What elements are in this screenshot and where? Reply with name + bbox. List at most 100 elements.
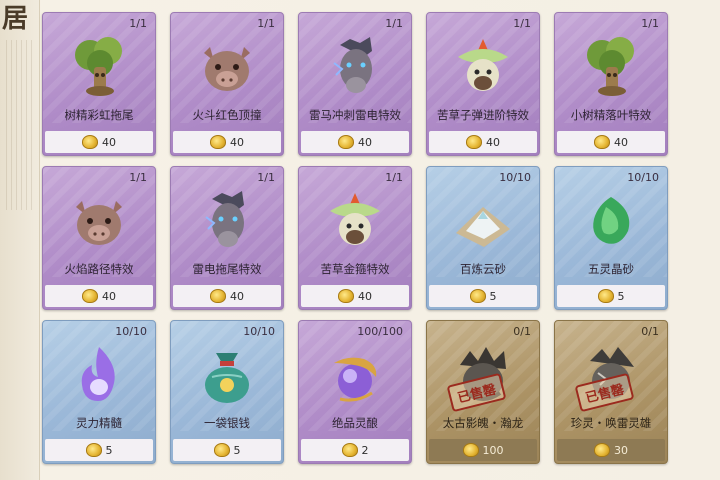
item-name: 火斗红色顶撞 <box>192 108 262 122</box>
gold-coin-icon <box>594 135 610 149</box>
item-price: 5 <box>617 289 625 303</box>
price-bar: 40 <box>557 131 665 153</box>
price-bar: 40 <box>429 131 537 153</box>
tree-spirit-icon <box>64 35 134 101</box>
item-price: 40 <box>358 135 372 149</box>
price-bar: 2 <box>301 439 409 461</box>
item-name: 一袋银钱 <box>204 416 250 430</box>
shop-item-card[interactable]: 0/1 已售罄 珍灵・唤雷灵雄 30 <box>554 320 668 464</box>
item-name: 小树精落叶特效 <box>570 108 652 122</box>
gold-coin-icon <box>469 289 486 303</box>
stock-count: 10/10 <box>115 325 147 338</box>
side-decoration: 居 <box>0 0 40 480</box>
item-price: 40 <box>102 135 116 149</box>
side-title-glyph: 居 <box>2 4 29 34</box>
price-bar: 5 <box>45 439 153 461</box>
item-price: 40 <box>102 289 116 303</box>
item-name: 灵力精髓 <box>76 416 122 430</box>
gold-coin-icon <box>210 135 226 149</box>
shop-item-card[interactable]: 10/10 一袋银钱 5 <box>170 320 284 464</box>
stock-count: 10/10 <box>627 171 659 184</box>
stock-count: 1/1 <box>513 17 531 30</box>
shop-item-card[interactable]: 10/10 百炼云砂 5 <box>426 166 540 310</box>
spirit-orb-icon <box>320 343 390 409</box>
item-name: 五灵晶砂 <box>588 262 634 276</box>
cloud-sand-icon <box>448 189 518 255</box>
item-name: 雷马冲刺雷电特效 <box>309 108 401 122</box>
price-bar: 40 <box>301 131 409 153</box>
price-bar: 100 <box>429 439 537 461</box>
gold-coin-icon <box>213 443 230 457</box>
item-price: 100 <box>482 443 504 457</box>
boar-pet-icon <box>192 35 262 101</box>
price-bar: 5 <box>429 285 537 307</box>
item-price: 5 <box>233 443 241 457</box>
stock-count: 1/1 <box>385 171 403 184</box>
stock-count: 0/1 <box>641 325 659 338</box>
price-bar: 5 <box>557 285 665 307</box>
price-bar: 30 <box>557 439 665 461</box>
gold-coin-icon <box>82 289 98 303</box>
stock-count: 1/1 <box>385 17 403 30</box>
item-name: 珍灵・唤雷灵雄 <box>570 416 652 430</box>
item-name: 太古影魄・瀚龙 <box>442 416 524 430</box>
stock-count: 1/1 <box>641 17 659 30</box>
spirit-flame-icon <box>64 343 134 409</box>
grass-sprite-icon <box>320 189 390 255</box>
stock-count: 10/10 <box>243 325 275 338</box>
stock-count: 1/1 <box>129 17 147 30</box>
shop-item-card[interactable]: 0/1 已售罄 太古影魄・瀚龙 100 <box>426 320 540 464</box>
stock-count: 1/1 <box>129 171 147 184</box>
item-price: 40 <box>230 289 244 303</box>
item-price: 40 <box>358 289 372 303</box>
stock-count: 10/10 <box>499 171 531 184</box>
item-name: 苦草金箍特效 <box>320 262 390 276</box>
gold-coin-icon <box>341 443 358 457</box>
shop-item-card[interactable]: 1/1 苦草子弹进阶特效 40 <box>426 12 540 156</box>
price-bar: 5 <box>173 439 281 461</box>
shop-item-card[interactable]: 1/1 树精彩虹拖尾 40 <box>42 12 156 156</box>
price-bar: 40 <box>173 131 281 153</box>
item-name: 雷电拖尾特效 <box>192 262 262 276</box>
gold-coin-icon <box>85 443 102 457</box>
item-price: 5 <box>489 289 497 303</box>
item-name: 苦草子弹进阶特效 <box>437 108 529 122</box>
gold-coin-icon <box>594 443 610 457</box>
shop-item-card[interactable]: 1/1 苦草金箍特效 40 <box>298 166 412 310</box>
item-price: 40 <box>614 135 628 149</box>
gold-coin-icon <box>338 289 354 303</box>
thunder-horse-icon <box>320 35 390 101</box>
item-name: 树精彩虹拖尾 <box>64 108 134 122</box>
boar-pet-icon <box>64 189 134 255</box>
shop-item-card[interactable]: 100/100 绝品灵酿 2 <box>298 320 412 464</box>
item-price: 30 <box>614 443 628 457</box>
item-price: 40 <box>230 135 244 149</box>
price-bar: 40 <box>45 285 153 307</box>
shop-item-card[interactable]: 1/1 雷马冲刺雷电特效 40 <box>298 12 412 156</box>
stock-count: 0/1 <box>513 325 531 338</box>
shop-item-card[interactable]: 10/10 五灵晶砂 5 <box>554 166 668 310</box>
stock-count: 1/1 <box>257 17 275 30</box>
shop-item-card[interactable]: 1/1 火焰路径特效 40 <box>42 166 156 310</box>
item-price: 5 <box>105 443 113 457</box>
price-bar: 40 <box>301 285 409 307</box>
item-name: 绝品灵酿 <box>332 416 378 430</box>
shop-item-card[interactable]: 1/1 火斗红色顶撞 40 <box>170 12 284 156</box>
thunder-horse-icon <box>192 189 262 255</box>
gold-coin-icon <box>466 135 482 149</box>
grass-sprite-icon <box>448 35 518 101</box>
gold-coin-icon <box>462 443 479 457</box>
stock-count: 1/1 <box>257 171 275 184</box>
shop-item-card[interactable]: 1/1 小树精落叶特效 40 <box>554 12 668 156</box>
stock-count: 100/100 <box>357 325 403 338</box>
price-bar: 40 <box>45 131 153 153</box>
shop-item-card[interactable]: 1/1 雷电拖尾特效 40 <box>170 166 284 310</box>
money-bag-icon <box>192 343 262 409</box>
item-name: 百炼云砂 <box>460 262 506 276</box>
gold-coin-icon <box>210 289 226 303</box>
shop-item-card[interactable]: 10/10 灵力精髓 5 <box>42 320 156 464</box>
side-calligraphy-lines <box>6 40 34 210</box>
tree-spirit-icon <box>576 35 646 101</box>
price-bar: 40 <box>173 285 281 307</box>
gold-coin-icon <box>597 289 614 303</box>
